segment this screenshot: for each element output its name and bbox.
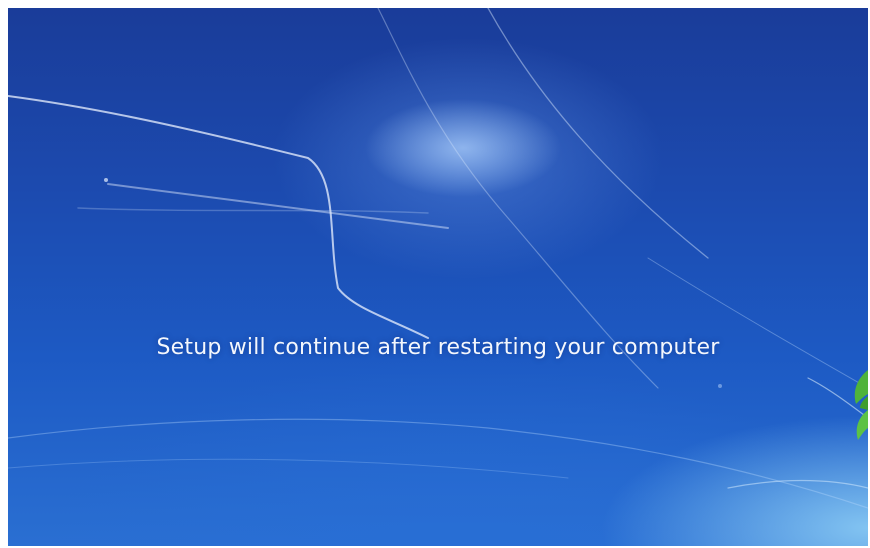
windows-logo-icon	[854, 370, 868, 440]
setup-status-message: Setup will continue after restarting you…	[156, 335, 720, 360]
setup-background: Setup will continue after restarting you…	[8, 8, 868, 546]
background-streaks	[8, 8, 868, 509]
setup-window: Setup will continue after restarting you…	[0, 0, 870, 548]
